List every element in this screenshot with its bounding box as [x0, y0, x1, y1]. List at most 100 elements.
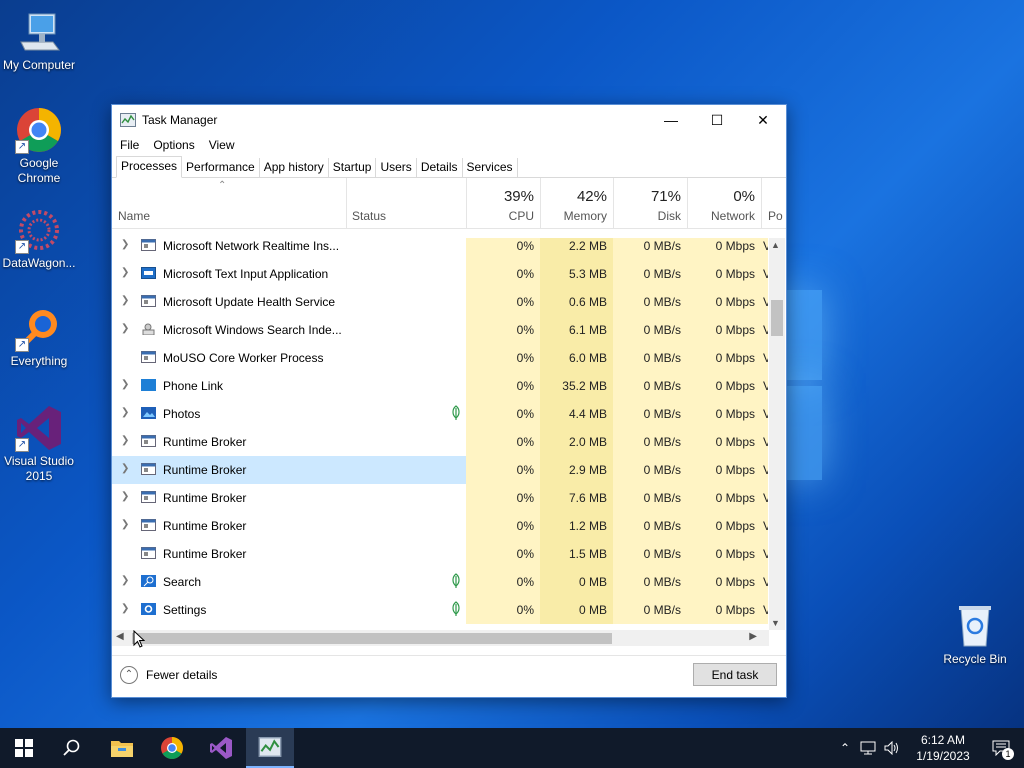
- taskbar-visual-studio[interactable]: [197, 728, 245, 768]
- desktop-icon-visual-studio[interactable]: ↗ Visual Studio 2015: [0, 404, 78, 484]
- vertical-scrollbar[interactable]: ▲ ▼: [769, 238, 785, 630]
- expand-chevron-icon[interactable]: ❯: [121, 323, 129, 334]
- desktop-icon-my-computer[interactable]: My Computer: [0, 8, 78, 73]
- column-header-status[interactable]: Status: [346, 178, 467, 228]
- cpu-cell: 0%: [466, 372, 540, 400]
- expand-chevron-icon[interactable]: ❯: [121, 267, 129, 278]
- memory-cell: 35.2 MB: [540, 372, 613, 400]
- process-row[interactable]: ❯ Microsoft Text Input Application 0% 5.3 M…: [112, 260, 768, 288]
- process-row[interactable]: ❯ Runtime Broker 0% 2.0 MB 0 MB/s 0 Mbps V: [112, 428, 768, 456]
- minimize-button[interactable]: —: [648, 105, 694, 135]
- power-cell: V: [761, 456, 768, 484]
- column-header-power[interactable]: Po: [761, 178, 786, 228]
- process-row[interactable]: Runtime Broker 0% 1.5 MB 0 MB/s 0 Mbps V: [112, 540, 768, 568]
- clock[interactable]: 6:12 AM 1/19/2023: [908, 732, 978, 764]
- volume-icon[interactable]: [884, 741, 900, 755]
- vertical-scroll-thumb[interactable]: [771, 300, 783, 336]
- tab-performance[interactable]: Performance: [182, 158, 260, 177]
- taskbar-file-explorer[interactable]: [98, 728, 146, 768]
- settings-icon: [141, 603, 156, 615]
- menu-file[interactable]: File: [120, 138, 139, 152]
- process-row[interactable]: ❯ Search 0% 0 MB 0 MB/s 0 Mbps V: [112, 568, 768, 596]
- end-task-button[interactable]: End task: [693, 663, 777, 686]
- tab-processes[interactable]: Processes: [116, 156, 183, 178]
- menu-options[interactable]: Options: [153, 138, 194, 152]
- process-row[interactable]: MoUSO Core Worker Process 0% 6.0 MB 0 MB/s 0…: [112, 344, 768, 372]
- shortcut-arrow-icon: ↗: [15, 140, 29, 154]
- scroll-up-icon[interactable]: ▲: [771, 240, 780, 250]
- desktop-icon-chrome[interactable]: ↗ Google Chrome: [0, 106, 78, 186]
- expand-chevron-icon[interactable]: ❯: [121, 603, 129, 614]
- column-header-disk[interactable]: 71% Disk: [613, 178, 688, 228]
- network-cell: 0 Mbps: [687, 288, 761, 316]
- disk-total-percent: 71%: [650, 188, 681, 205]
- power-cell: V: [761, 288, 768, 316]
- tab-app-history[interactable]: App history: [260, 158, 329, 177]
- shortcut-arrow-icon: ↗: [15, 240, 29, 254]
- expand-chevron-icon[interactable]: ❯: [121, 491, 129, 502]
- column-header-cpu[interactable]: 39% CPU: [466, 178, 541, 228]
- wallpaper-logo: [760, 260, 1000, 520]
- window-icon: [141, 547, 156, 559]
- task-manager-window[interactable]: Task Manager — ☐ ✕ File Options View Pro…: [111, 104, 787, 698]
- memory-cell: 0 MB: [540, 596, 613, 624]
- expand-chevron-icon[interactable]: ❯: [121, 519, 129, 530]
- expand-chevron-icon[interactable]: ❯: [121, 407, 129, 418]
- action-center-button[interactable]: 1: [978, 728, 1024, 768]
- expand-chevron-icon[interactable]: ❯: [121, 239, 129, 250]
- disk-cell: 0 MB/s: [613, 512, 687, 540]
- network-icon[interactable]: [860, 741, 876, 755]
- power-cell: V: [761, 512, 768, 540]
- column-network-label: Network: [710, 209, 755, 223]
- fewer-details-button[interactable]: ⌃ Fewer details: [120, 666, 217, 684]
- expand-chevron-icon[interactable]: ❯: [121, 379, 129, 390]
- start-button[interactable]: [0, 728, 48, 768]
- expand-chevron-icon[interactable]: ❯: [121, 295, 129, 306]
- process-row[interactable]: ❯ Photos 0% 4.4 MB 0 MB/s 0 Mbps V: [112, 400, 768, 428]
- expand-chevron-icon[interactable]: ❯: [121, 463, 129, 474]
- process-row[interactable]: ❯ Settings 0% 0 MB 0 MB/s 0 Mbps V: [112, 596, 768, 624]
- visual-studio-icon: ↗: [15, 404, 63, 452]
- taskbar-chrome[interactable]: [148, 728, 196, 768]
- chevron-up-icon[interactable]: ⌃: [840, 741, 850, 755]
- column-header-network[interactable]: 0% Network: [687, 178, 762, 228]
- horizontal-scrollbar[interactable]: ◀ ▶: [112, 630, 769, 646]
- process-row[interactable]: ❯ Microsoft Update Health Service 0% 0.6 MB…: [112, 288, 768, 316]
- process-list[interactable]: ❯ Microsoft Network Realtime Ins... 0% 2.2 …: [112, 238, 768, 630]
- window-icon: [141, 239, 156, 251]
- maximize-button[interactable]: ☐: [694, 105, 740, 135]
- tab-users[interactable]: Users: [376, 158, 417, 177]
- desktop-icon-recycle-bin[interactable]: Recycle Bin: [936, 602, 1014, 667]
- scroll-left-icon[interactable]: ◀: [116, 631, 124, 642]
- process-row[interactable]: ❯ Runtime Broker 0% 7.6 MB 0 MB/s 0 Mbps V: [112, 484, 768, 512]
- process-row[interactable]: ❯ Phone Link 0% 35.2 MB 0 MB/s 0 Mbps V: [112, 372, 768, 400]
- scroll-down-icon[interactable]: ▼: [771, 618, 780, 628]
- title-bar[interactable]: Task Manager — ☐ ✕: [112, 105, 786, 135]
- tab-details[interactable]: Details: [417, 158, 463, 177]
- memory-cell: 4.4 MB: [540, 400, 613, 428]
- window-icon: [141, 463, 156, 475]
- power-cell: V: [761, 372, 768, 400]
- process-row[interactable]: ❯ Microsoft Network Realtime Ins... 0% 2.2 …: [112, 238, 768, 260]
- tab-startup[interactable]: Startup: [329, 158, 377, 177]
- menu-view[interactable]: View: [209, 138, 235, 152]
- scroll-right-icon[interactable]: ▶: [749, 631, 757, 642]
- taskbar-task-manager[interactable]: [246, 728, 294, 768]
- column-name-label: Name: [118, 209, 151, 223]
- network-cell: 0 Mbps: [687, 540, 761, 568]
- tab-services[interactable]: Services: [463, 158, 518, 177]
- desktop-icon-everything[interactable]: ↗ Everything: [0, 304, 78, 369]
- disk-cell: 0 MB/s: [613, 400, 687, 428]
- expand-chevron-icon[interactable]: ❯: [121, 435, 129, 446]
- process-row[interactable]: ❯ Runtime Broker 0% 1.2 MB 0 MB/s 0 Mbps V: [112, 512, 768, 540]
- process-row[interactable]: ❯ Microsoft Windows Search Inde... 0% 6.1 M…: [112, 316, 768, 344]
- taskbar-search-button[interactable]: [48, 728, 96, 768]
- network-cell: 0 Mbps: [687, 484, 761, 512]
- horizontal-scroll-thumb[interactable]: [132, 633, 612, 644]
- desktop-icon-datawagon[interactable]: ↗ DataWagon...: [0, 206, 78, 271]
- column-header-name[interactable]: ⌃ Name: [112, 178, 347, 228]
- expand-chevron-icon[interactable]: ❯: [121, 575, 129, 586]
- process-row[interactable]: ❯ Runtime Broker 0% 2.9 MB 0 MB/s 0 Mbps V: [112, 456, 768, 484]
- column-header-memory[interactable]: 42% Memory: [540, 178, 614, 228]
- close-button[interactable]: ✕: [740, 105, 786, 135]
